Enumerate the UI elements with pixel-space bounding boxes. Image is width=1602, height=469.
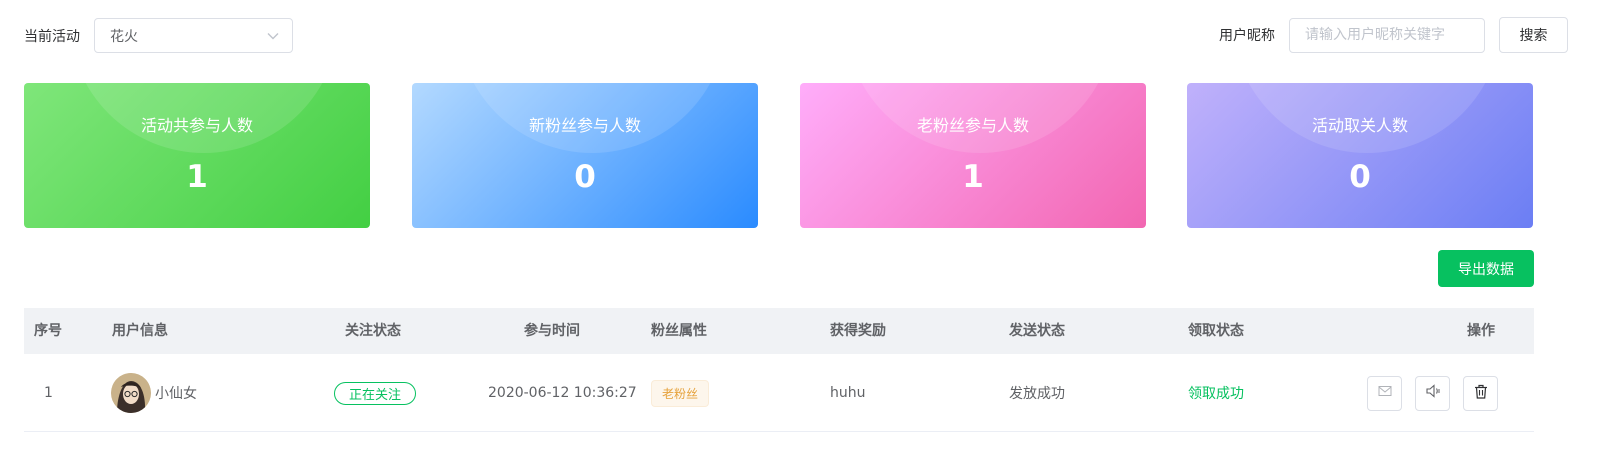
- join-time: 2020-06-12 10:36:27: [488, 385, 637, 401]
- user-nickname: 小仙女: [155, 386, 197, 402]
- follow-status-cell: 正在关注: [334, 354, 417, 432]
- stat-card-title: 新粉丝参与人数: [528, 116, 641, 135]
- activity-label: 当前活动: [24, 28, 80, 45]
- nickname-filter: 用户昵称 搜索: [1219, 17, 1568, 53]
- envelope-icon: [1378, 385, 1392, 401]
- stat-card-value: 1: [186, 159, 208, 195]
- user-info-cell: 小仙女: [111, 354, 197, 432]
- col-header-actions: 操作: [1467, 323, 1495, 339]
- col-header-reward: 获得奖励: [830, 323, 886, 339]
- delete-button[interactable]: [1463, 375, 1498, 411]
- stat-card-title: 活动共参与人数: [140, 116, 253, 135]
- col-header-index: 序号: [34, 323, 62, 339]
- stat-card-value: 0: [1349, 159, 1371, 195]
- chevron-down-icon: [266, 29, 280, 43]
- search-button[interactable]: 搜索: [1499, 17, 1568, 53]
- activity-select-value: 花火: [110, 28, 138, 45]
- trash-icon: [1474, 384, 1488, 403]
- col-header-fan-type: 粉丝属性: [651, 323, 707, 339]
- receive-status: 领取成功: [1188, 386, 1244, 402]
- table-header: 序号 用户信息 关注状态 参与时间 粉丝属性 获得奖励 发送状态 领取状态 操作: [24, 308, 1534, 354]
- speaker-icon: [1425, 384, 1441, 402]
- follow-status-tag: 正在关注: [334, 381, 417, 405]
- col-header-receive-status: 领取状态: [1188, 323, 1244, 339]
- stat-card-value: 1: [962, 159, 984, 195]
- row-index: 1: [44, 385, 53, 401]
- send-message-button[interactable]: [1367, 375, 1402, 411]
- stats-cards: 活动共参与人数 1 新粉丝参与人数 0 老粉丝参与人数 1 活动取关人数 0: [24, 83, 1534, 228]
- export-data-button[interactable]: 导出数据: [1438, 250, 1534, 287]
- stat-card-unfollow: 活动取关人数 0: [1187, 83, 1533, 228]
- stat-card-old-fans: 老粉丝参与人数 1: [800, 83, 1146, 228]
- col-header-join-time: 参与时间: [524, 323, 580, 339]
- nickname-label: 用户昵称: [1219, 28, 1275, 44]
- stat-card-title: 老粉丝参与人数: [916, 116, 1029, 135]
- col-header-user-info: 用户信息: [112, 323, 168, 339]
- stat-card-new-fans: 新粉丝参与人数 0: [412, 83, 758, 228]
- participants-table: 序号 用户信息 关注状态 参与时间 粉丝属性 获得奖励 发送状态 领取状态 操作…: [24, 308, 1534, 432]
- stat-card-value: 0: [574, 159, 596, 195]
- notify-button[interactable]: [1415, 375, 1450, 411]
- activity-select[interactable]: 花火: [94, 18, 293, 53]
- fan-type-tag: 老粉丝: [651, 379, 710, 407]
- stat-card-total: 活动共参与人数 1: [24, 83, 370, 228]
- activity-filter: 当前活动 花火: [24, 18, 293, 53]
- stat-card-title: 活动取关人数: [1311, 116, 1408, 135]
- col-header-send-status: 发送状态: [1009, 323, 1065, 339]
- reward: huhu: [830, 385, 866, 401]
- fan-type-cell: 老粉丝: [651, 354, 710, 432]
- col-header-follow-status: 关注状态: [345, 323, 401, 339]
- table-row: 1 小仙女 正在关注 2020-06-12 10:36:27 老粉丝 huhu …: [24, 354, 1534, 432]
- avatar: [111, 373, 151, 413]
- send-status: 发放成功: [1009, 386, 1065, 402]
- nickname-search-input[interactable]: [1289, 17, 1485, 53]
- row-actions: [1354, 354, 1498, 432]
